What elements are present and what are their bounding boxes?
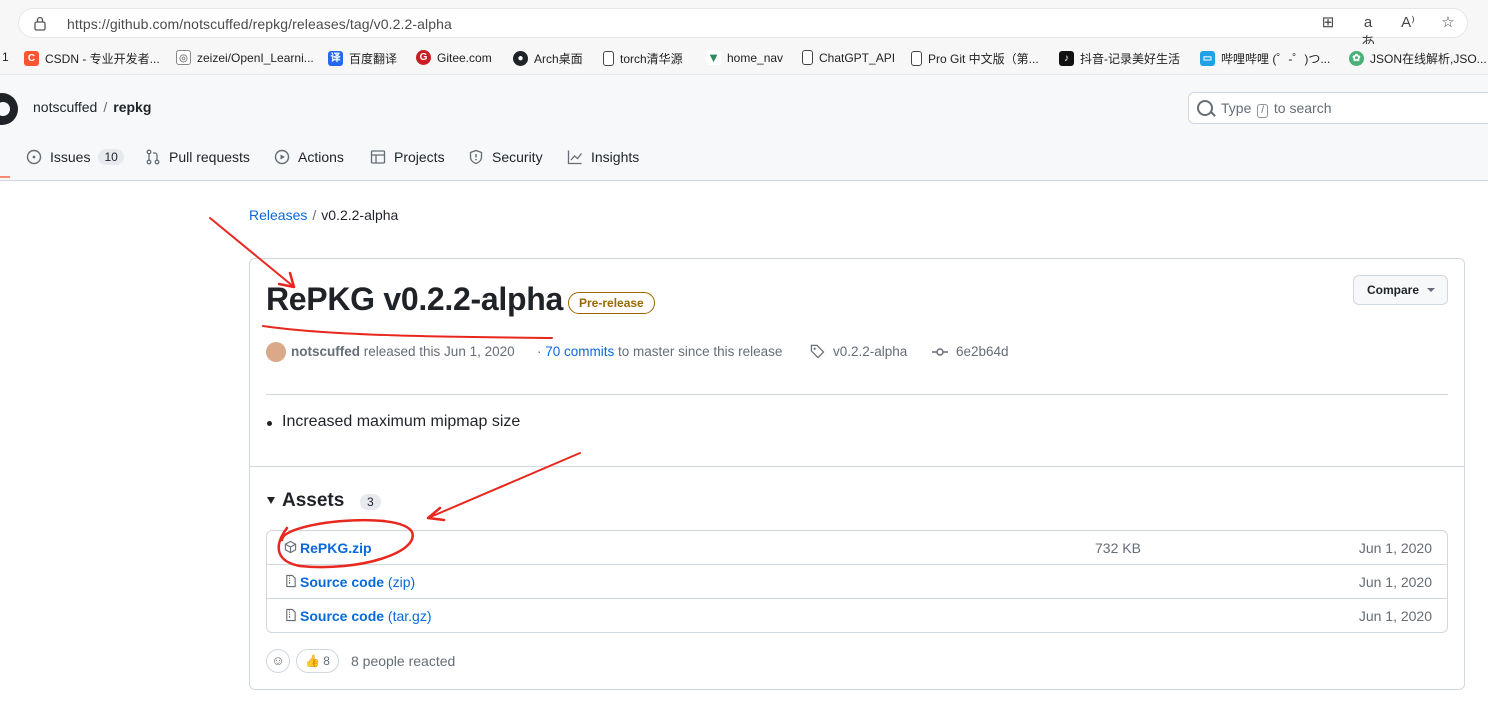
repo-name-link[interactable]: repkg: [113, 99, 151, 115]
browser-toolbar: https://github.com/notscuffed/repkg/rele…: [0, 0, 1488, 51]
page-icon: [603, 51, 614, 66]
bookmark-item[interactable]: torch清华源: [603, 50, 683, 67]
package-icon: [284, 540, 297, 554]
tab-insights[interactable]: Insights: [567, 149, 639, 165]
release-card: RePKG v0.2.2-alpha Pre-release Compare n…: [249, 258, 1465, 690]
reaction-summary: 8 people reacted: [350, 653, 456, 669]
commits-line: · 70 commits to master since this releas…: [537, 344, 783, 359]
asset-row: RePKG.zip 732 KB Jun 1, 2020: [267, 531, 1447, 564]
releases-link[interactable]: Releases: [249, 207, 307, 223]
add-reaction-smiley-icon[interactable]: ☺: [266, 649, 290, 673]
assets-toggle[interactable]: Assets: [267, 490, 344, 512]
csdn-icon: C: [24, 51, 39, 66]
github-icon: ●: [513, 51, 528, 66]
issue-icon: [26, 149, 42, 165]
tab-actions[interactable]: Actions: [274, 149, 344, 165]
asset-download-link[interactable]: Source code (zip): [300, 574, 415, 590]
bookmark-item[interactable]: Pro Git 中文版（第...: [911, 50, 1039, 67]
commits-link[interactable]: 70 commits: [545, 344, 614, 359]
bookmarks-bar: 1 C CSDN - 专业开发者... ◎ zeizei/OpenI_Learni.…: [0, 44, 1488, 75]
page-icon: [911, 51, 922, 66]
release-title[interactable]: RePKG v0.2.2-alpha: [266, 281, 563, 318]
author-link[interactable]: notscuffed: [291, 344, 360, 359]
file-zip-icon: [286, 574, 296, 588]
asset-date: Jun 1, 2020: [1358, 574, 1432, 590]
baidu-translate-icon: 译: [328, 51, 343, 66]
pull-request-icon: [146, 149, 160, 165]
openi-icon: ◎: [176, 50, 191, 65]
chevron-down-icon: [1427, 288, 1435, 292]
bilibili-icon: ▭: [1200, 51, 1215, 66]
triangle-down-icon: [267, 497, 275, 505]
bookmark-item[interactable]: ▼ home_nav: [706, 50, 783, 65]
search-placeholder: Type / to search: [1221, 100, 1332, 118]
asset-download-link[interactable]: RePKG.zip: [300, 540, 372, 556]
release-breadcrumb: Releases / v0.2.2-alpha: [249, 207, 399, 223]
asset-row: Source code (tar.gz) Jun 1, 2020: [267, 598, 1447, 632]
issues-counter: 10: [98, 149, 124, 165]
compare-button[interactable]: Compare: [1353, 275, 1448, 305]
vue-icon: ▼: [706, 50, 721, 65]
repo-breadcrumb: notscuffed / repkg: [33, 99, 152, 115]
tag-link[interactable]: v0.2.2-alpha: [810, 344, 907, 359]
table-icon: [370, 150, 386, 164]
prerelease-badge: Pre-release: [568, 292, 655, 314]
asset-date: Jun 1, 2020: [1358, 540, 1432, 556]
bookmark-item[interactable]: ✿ JSON在线解析,JSO...: [1349, 50, 1487, 67]
current-release-crumb: v0.2.2-alpha: [321, 207, 399, 223]
bookmark-item[interactable]: ChatGPT_API: [802, 50, 895, 65]
assets-list: RePKG.zip 732 KB Jun 1, 2020 Source code…: [266, 530, 1448, 633]
tab-code-indicator: [0, 176, 10, 178]
file-zip-icon: [286, 608, 296, 622]
bookmark-item[interactable]: G Gitee.com: [416, 50, 492, 65]
asset-size: 732 KB: [1095, 540, 1141, 556]
graph-icon: [567, 150, 583, 165]
tab-projects[interactable]: Projects: [370, 149, 445, 165]
tag-icon: [810, 344, 825, 359]
divider: [250, 466, 1464, 467]
commit-icon: [932, 347, 948, 356]
thumbs-up-reaction[interactable]: 👍 8: [296, 649, 339, 673]
shield-icon: [469, 149, 483, 165]
tab-security[interactable]: Security: [468, 149, 543, 165]
page-icon: [802, 50, 813, 65]
search-icon: [1197, 100, 1213, 116]
bookmark-item[interactable]: ● Arch桌面: [513, 50, 583, 67]
asset-date: Jun 1, 2020: [1358, 608, 1432, 624]
bookmark-item[interactable]: C CSDN - 专业开发者...: [24, 50, 160, 67]
play-icon: [274, 149, 290, 165]
address-bar[interactable]: https://github.com/notscuffed/repkg/rele…: [18, 8, 1468, 51]
lock-icon: [34, 16, 46, 31]
avatar[interactable]: [266, 342, 286, 362]
bookmark-item[interactable]: ▭ 哔哩哔哩 (゜-゜)つ...: [1200, 50, 1330, 67]
repo-header: notscuffed / repkg Type / to search Issues…: [0, 75, 1488, 181]
commit-link[interactable]: 6e2b64d: [932, 344, 1009, 359]
asset-download-link[interactable]: Source code (tar.gz): [300, 608, 432, 624]
bookmark-item[interactable]: 1: [2, 50, 9, 64]
release-author-line: notscuffed released this Jun 1, 2020: [291, 344, 515, 359]
tab-pull-requests[interactable]: Pull requests: [145, 149, 250, 165]
bookmark-item[interactable]: 译百度翻译: [328, 50, 397, 67]
bookmark-item[interactable]: ◎ zeizei/OpenI_Learni...: [176, 50, 314, 65]
bookmark-item[interactable]: ♪ 抖音-记录美好生活: [1059, 50, 1180, 67]
url-text[interactable]: https://github.com/notscuffed/repkg/rele…: [67, 16, 452, 32]
repo-owner-link[interactable]: notscuffed: [33, 99, 97, 115]
asset-row: Source code (zip) Jun 1, 2020: [267, 564, 1447, 598]
douyin-icon: ♪: [1059, 51, 1074, 66]
tab-issues[interactable]: Issues 10: [26, 149, 124, 165]
divider: [266, 394, 1448, 395]
reactions-bar: ☺ 👍 8 8 people reacted: [266, 649, 455, 673]
search-input[interactable]: Type / to search: [1188, 92, 1488, 124]
assets-counter: 3: [360, 494, 381, 510]
json-icon: ✿: [1349, 51, 1364, 66]
release-notes-item: Increased maximum mipmap size: [266, 413, 521, 430]
gitee-icon: G: [416, 50, 431, 65]
github-logo-icon[interactable]: [0, 93, 18, 125]
